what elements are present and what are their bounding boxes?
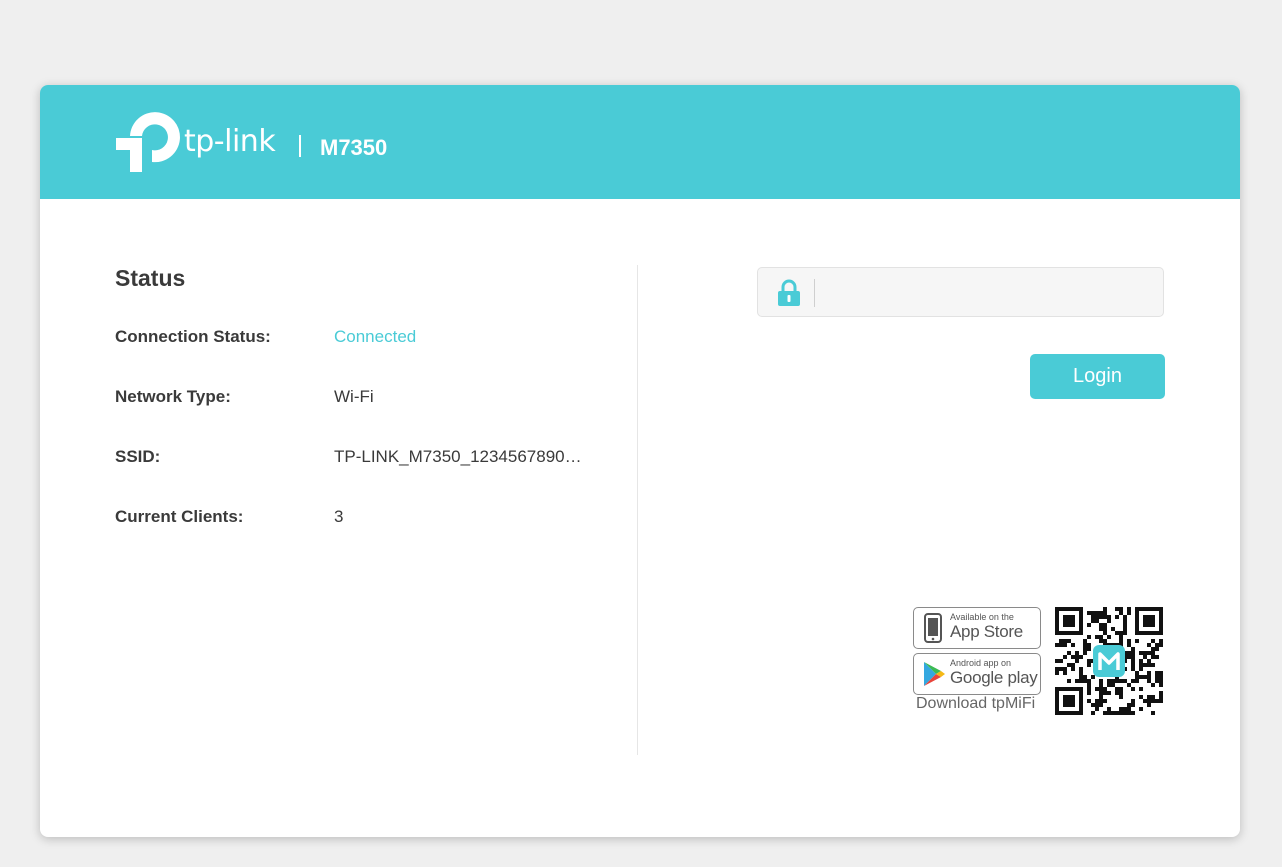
current-clients-value: 3 [334,507,344,526]
brand-separator [299,135,301,157]
login-button[interactable]: Login [1030,354,1165,399]
tp-link-logo-icon [116,112,180,172]
header-bar: tp-link M7350 [40,85,1240,199]
lock-icon [778,279,800,306]
ssid-label: SSID: [115,447,161,466]
password-field[interactable] [757,267,1164,317]
ssid-value: TP-LINK_M7350_1234567890… [334,447,582,466]
google-play-big-text: Google play [950,668,1038,687]
google-play-small-text: Android app on [950,658,1012,668]
brand-name: tp-link [184,124,276,159]
password-input[interactable] [822,276,1156,310]
qr-code-icon [1055,607,1163,715]
download-caption: Download tpMiFi [916,695,1036,712]
connection-status-value: Connected [334,327,417,346]
model-name: M7350 [320,135,388,160]
vertical-divider [637,265,638,755]
phone-icon [924,613,942,643]
app-store-small-text: Available on the [950,612,1014,622]
app-store-big-text: App Store [950,622,1023,641]
connection-status-label: Connection Status: [115,327,271,346]
network-type-label: Network Type: [115,387,231,406]
google-play-badge[interactable]: Android app on Google play [913,653,1041,695]
network-type-value: Wi-Fi [334,387,374,406]
google-play-icon [924,662,945,686]
app-store-badge[interactable]: Available on the App Store [913,607,1041,649]
main-card: tp-link M7350 Status Connection Status: … [40,85,1240,837]
password-field-separator [814,279,815,307]
status-title: Status [115,265,186,291]
current-clients-label: Current Clients: [115,507,244,526]
